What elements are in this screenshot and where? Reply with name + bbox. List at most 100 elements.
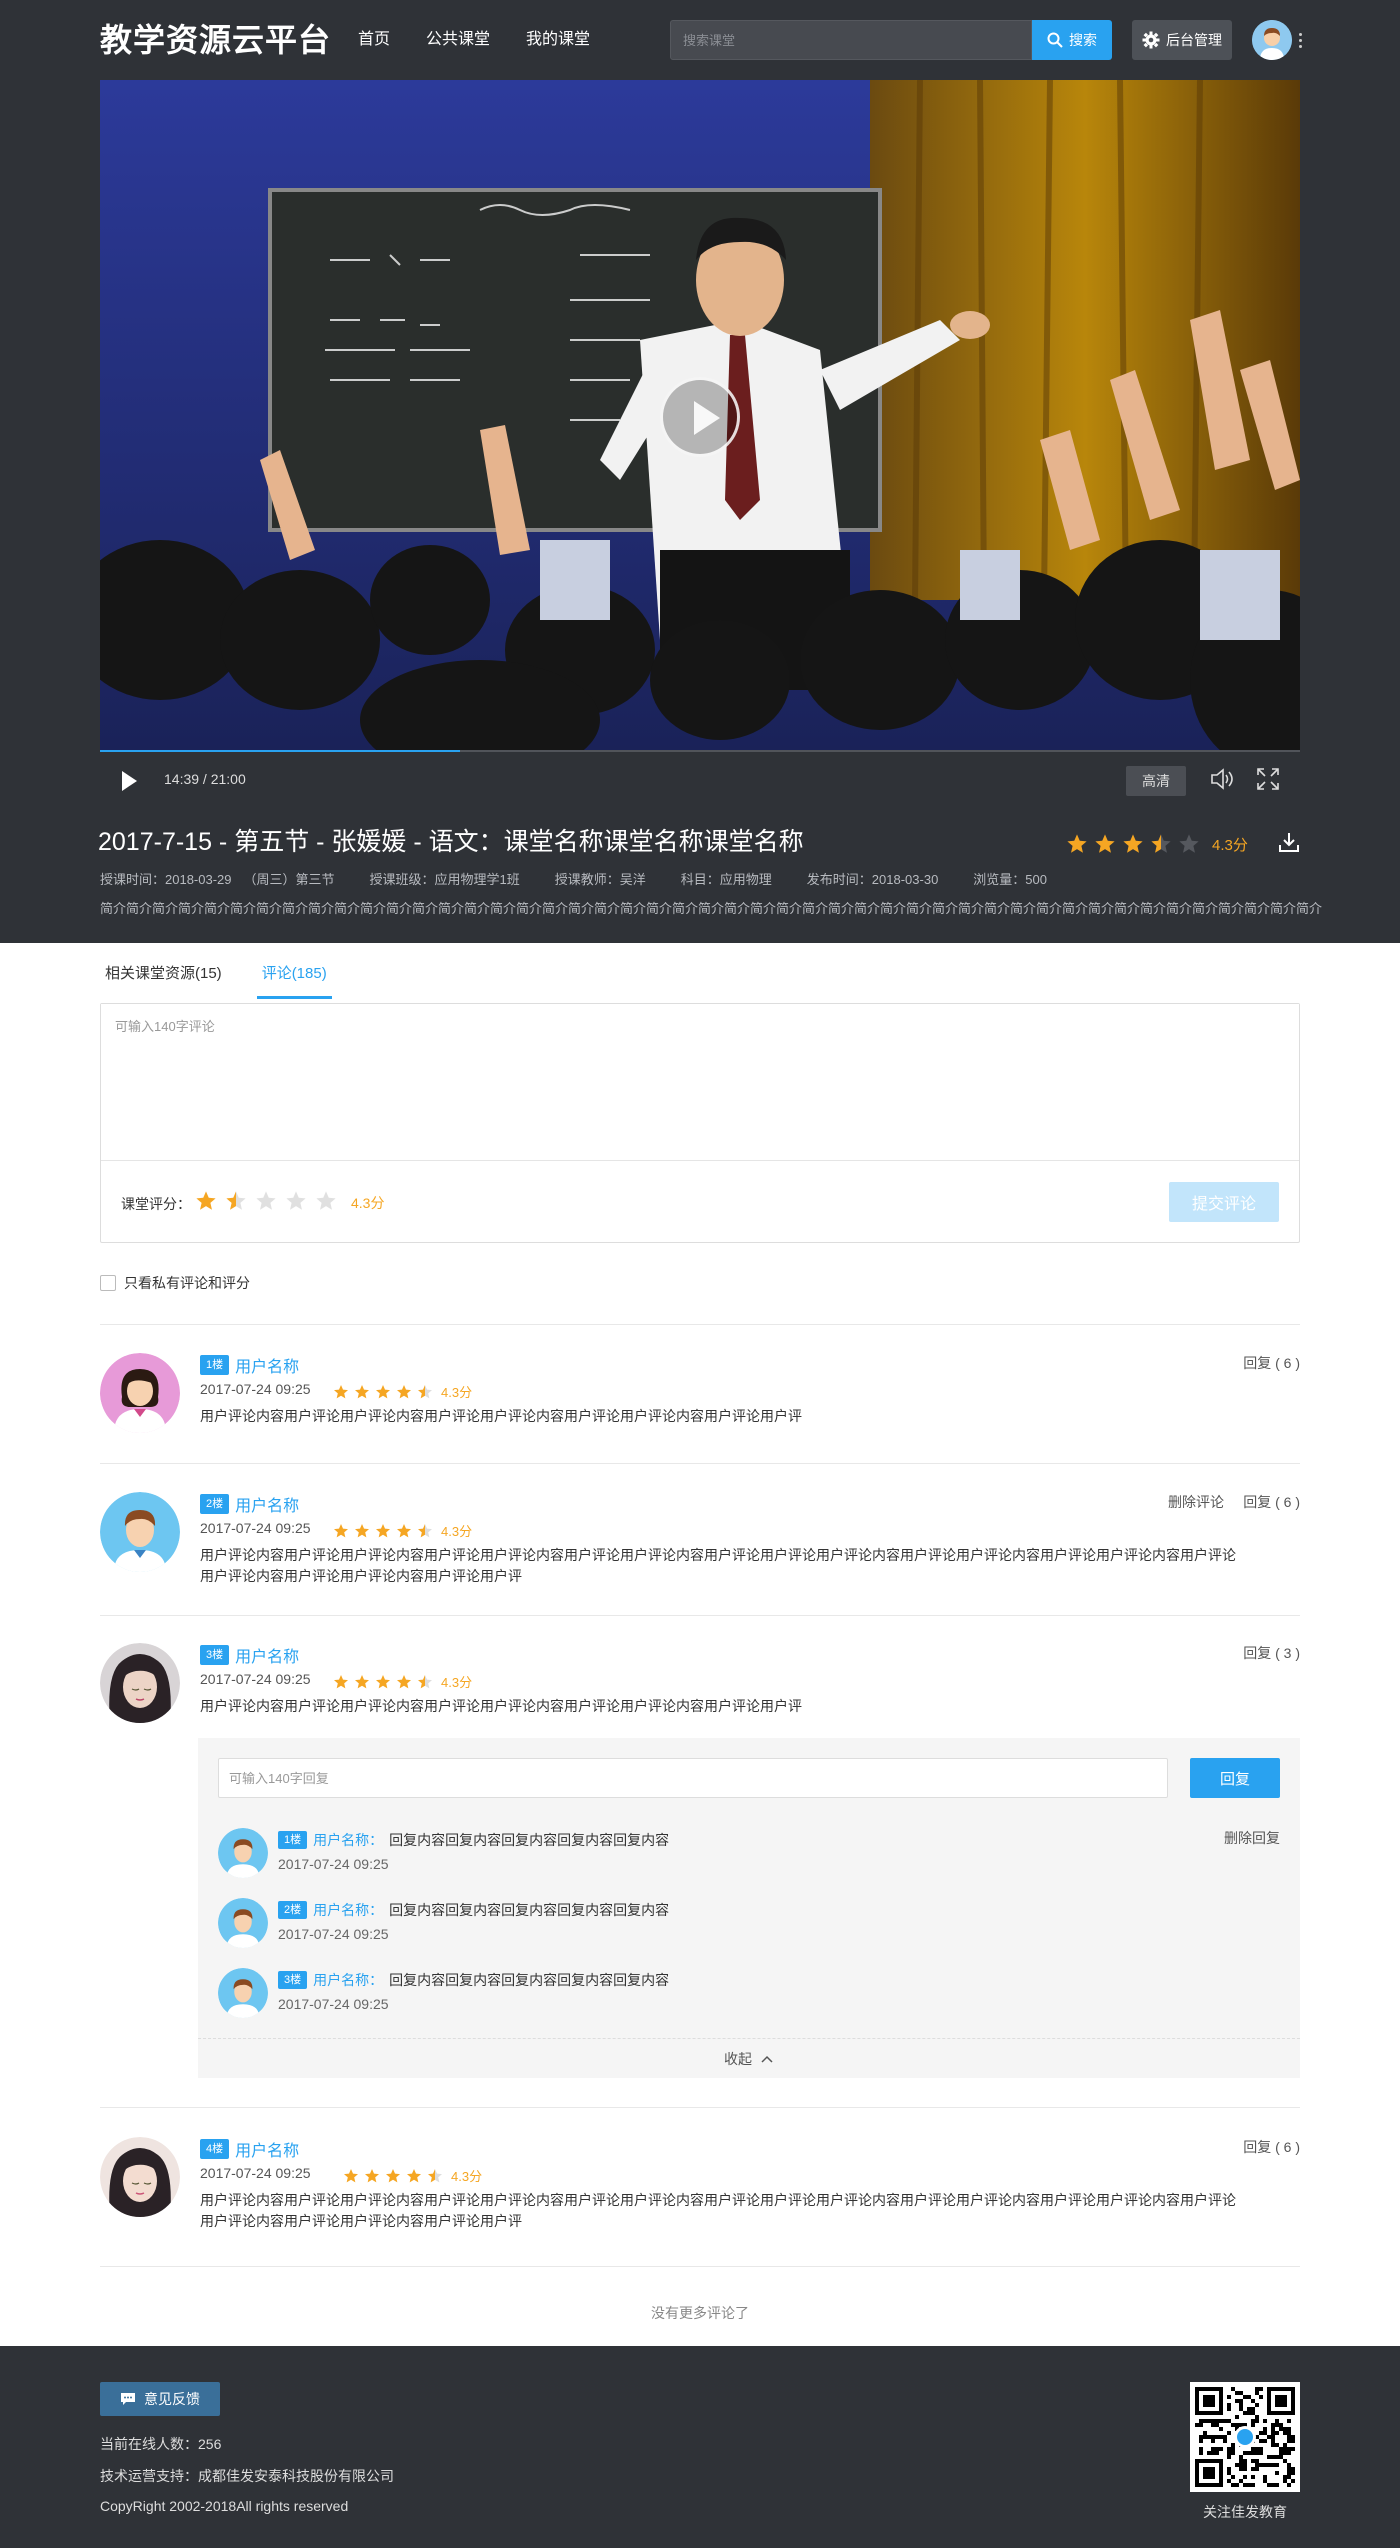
nav-home[interactable]: 首页 [358,26,390,54]
comment-avatar [100,1353,180,1433]
meta-teacher: 授课教师：吴洋 [554,872,646,887]
search-icon [1047,32,1063,48]
star-icon[interactable] [195,1190,217,1212]
comment-stars [333,1384,433,1400]
comment-header: 2楼 用户名称 [200,1492,299,1516]
star-icon [397,1674,411,1688]
star-icon [418,1674,432,1688]
star-icon[interactable] [315,1190,337,1212]
comment-username[interactable]: 用户名称 [235,1643,299,1667]
reply-item: 1楼 用户名称： 回复内容回复内容回复内容回复内容回复内容 2017-07-24… [218,1828,1280,1884]
comment-header: 4楼 用户名称 [200,2137,299,2161]
lesson-stars [1066,833,1200,855]
private-filter[interactable]: 只看私有评论和评分 [100,1273,250,1293]
video-player[interactable] [100,80,1300,752]
reply-username[interactable]: 用户名称： [313,1900,383,1920]
qr-code [1190,2382,1300,2492]
private-filter-label: 只看私有评论和评分 [124,1275,250,1291]
star-icon [397,1523,411,1537]
delete-comment-link[interactable]: 删除评论 [1168,1492,1224,1512]
comment-date: 2017-07-24 09:25 [200,1671,311,1687]
meta-time: 授课时间：2018-03-29 [100,872,232,887]
progress-bar[interactable] [100,750,1300,752]
user-avatar[interactable] [1252,20,1292,60]
lesson-score: 4.3分 [1212,836,1248,854]
comment-rating: 4.3分 [333,1521,472,1540]
lesson-info: 2017-7-15 - 第五节 - 张媛媛 - 语文：课堂名称课堂名称课堂名称 … [0,805,1400,943]
rating-input-score: 4.3分 [351,1195,385,1211]
feedback-button[interactable]: 意见反馈 [100,2382,220,2416]
progress-fill [100,750,460,752]
search-button[interactable]: 搜索 [1032,20,1112,60]
reply-input[interactable] [218,1758,1168,1798]
star-icon [418,1384,432,1398]
nav-my-class[interactable]: 我的课堂 [526,26,590,54]
divider [100,2266,1300,2267]
admin-button[interactable]: 后台管理 [1132,20,1232,60]
reply-avatar [218,1898,268,1948]
main-nav: 首页 公共课堂 我的课堂 [358,26,590,54]
comment-username[interactable]: 用户名称 [235,1353,299,1377]
lesson-title: 2017-7-15 - 第五节 - 张媛媛 - 语文：课堂名称课堂名称课堂名称 [98,828,804,856]
rating-input-stars[interactable] [195,1190,337,1212]
tab-comments[interactable]: 评论(185) [256,959,332,999]
lesson-rating: 4.3分 [1066,833,1248,855]
reply-item: 3楼 用户名称： 回复内容回复内容回复内容回复内容回复内容 2017-07-24… [218,1968,1280,2024]
star-icon[interactable] [225,1190,247,1212]
search-input[interactable] [670,20,1032,60]
comment-avatar [100,2137,180,2217]
volume-icon[interactable] [1210,768,1234,790]
floor-badge: 3楼 [278,1971,308,1989]
collapse-replies-button[interactable]: 收起 [198,2038,1300,2078]
comment-username[interactable]: 用户名称 [235,1492,299,1516]
reply-text: 回复内容回复内容回复内容回复内容回复内容 [389,1902,670,1918]
reply-username[interactable]: 用户名称： [313,1830,383,1850]
reply-date: 2017-07-24 09:25 [278,1856,389,1872]
comment-rating: 4.3分 [343,2166,482,2185]
comment-username[interactable]: 用户名称 [235,2137,299,2161]
star-icon [365,2168,379,2182]
delete-reply-link[interactable]: 删除回复 [1224,1828,1280,1848]
submit-comment-button[interactable]: 提交评论 [1169,1182,1279,1222]
comment-header: 1楼 用户名称 [200,1353,299,1377]
tab-related-resources[interactable]: 相关课堂资源(15) [100,959,227,999]
comment-text: 用户评论内容用户评论用户评论内容用户评论用户评论内容用户评论用户评论内容用户评论… [200,2192,1236,2229]
star-icon [1123,834,1143,853]
comment-rating: 4.3分 [333,1382,472,1401]
floor-badge: 1楼 [278,1831,308,1849]
reply-username[interactable]: 用户名称： [313,1970,383,1990]
star-icon[interactable] [285,1190,307,1212]
star-icon [1095,834,1115,853]
comment-header: 3楼 用户名称 [200,1643,299,1667]
play-overlay-button[interactable] [660,377,740,457]
play-icon[interactable] [122,771,137,791]
star-icon[interactable] [255,1190,277,1212]
comment-stars [343,2168,443,2184]
star-icon [376,1674,390,1688]
comment-stars [333,1523,433,1539]
meta-subject: 科目：应用物理 [680,872,772,887]
quality-button[interactable]: 高清 [1126,766,1186,796]
star-icon [428,2168,442,2182]
floor-badge: 1楼 [200,1355,230,1375]
download-icon[interactable] [1278,831,1300,853]
online-count: 当前在线人数：256 [100,2436,222,2452]
star-icon [1067,834,1087,853]
meta-publish: 发布时间：2018-03-30 [806,872,939,887]
reply-count-link[interactable]: 回复 ( 6 ) [1243,2137,1300,2157]
reply-submit-button[interactable]: 回复 [1190,1758,1280,1798]
reply-count-link[interactable]: 回复 ( 6 ) [1243,1492,1300,1512]
star-icon [418,1523,432,1537]
private-filter-checkbox[interactable] [100,1275,116,1291]
star-icon [334,1674,348,1688]
nav-public-class[interactable]: 公共课堂 [426,26,490,54]
reply-count-link[interactable]: 回复 ( 3 ) [1243,1643,1300,1663]
comment-textarea[interactable] [101,1004,1299,1161]
reply-count-link[interactable]: 回复 ( 6 ) [1243,1353,1300,1373]
player-time: 14:39 / 21:00 [164,771,246,787]
gear-icon [1142,31,1160,49]
chevron-up-icon [761,2055,773,2063]
more-menu-icon[interactable] [1296,26,1304,54]
fullscreen-icon[interactable] [1257,768,1279,790]
site-logo[interactable]: 教学资源云平台 [100,18,331,62]
